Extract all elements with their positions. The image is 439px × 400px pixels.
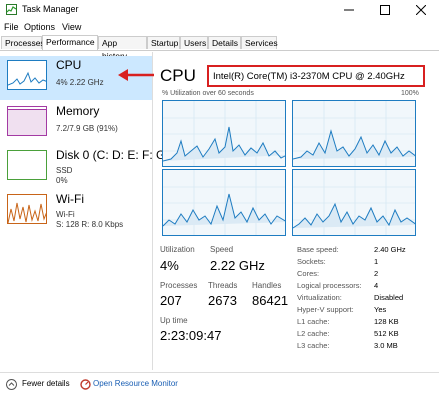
utilization-value: 4% <box>160 258 179 273</box>
spec-label-l1-cache: L1 cache: <box>297 317 330 326</box>
footer-bar: Fewer details Open Resource Monitor <box>0 372 439 397</box>
speed-label: Speed <box>210 245 234 254</box>
maximize-button[interactable] <box>367 0 403 20</box>
open-resource-monitor-link[interactable]: Open Resource Monitor <box>93 379 178 388</box>
memory-thumbnail-graph <box>7 106 47 136</box>
tab-details[interactable]: Details <box>208 36 241 49</box>
tab-processes[interactable]: Processes <box>1 36 45 49</box>
resource-monitor-icon <box>80 379 91 390</box>
annotation-arrow-icon <box>118 69 154 81</box>
core-graph-2 <box>292 100 416 167</box>
spec-value-l3-cache: 3.0 MB <box>374 341 398 350</box>
cpu-model-highlight: Intel(R) Core(TM) i3-2370M CPU @ 2.40GHz <box>207 65 425 87</box>
close-button[interactable] <box>403 0 439 20</box>
sidebar-label-wifi: Wi-Fi <box>56 192 84 206</box>
tab-app-history[interactable]: App history <box>98 36 147 61</box>
cpu-detail-panel: CPU Intel(R) Core(TM) i3-2370M CPU @ 2.4… <box>155 52 439 370</box>
sidebar-sub-memory: 7.2/7.9 GB (91%) <box>56 124 118 133</box>
core-graph-3 <box>162 169 286 236</box>
spec-label-l2-cache: L2 cache: <box>297 329 330 338</box>
tab-performance[interactable]: Performance <box>42 35 98 50</box>
spec-label-virtualization: Virtualization: <box>297 293 342 302</box>
minimize-button[interactable] <box>331 0 367 20</box>
handles-value: 86421 <box>252 293 289 308</box>
spec-value-l2-cache: 512 KB <box>374 329 399 338</box>
sidebar-label-memory: Memory <box>56 104 100 118</box>
sidebar-sub-wifi-name: Wi-Fi <box>56 210 75 219</box>
wifi-thumbnail-graph <box>7 194 47 224</box>
handles-label: Handles <box>252 281 282 290</box>
utilization-graph-max: 100% <box>401 90 419 97</box>
core-graph-1 <box>162 100 286 167</box>
utilization-label: Utilization <box>160 245 195 254</box>
sidebar-item-memory[interactable]: Memory 7.2/7.9 GB (91%) <box>0 102 152 146</box>
spec-value-cores: 2 <box>374 269 379 278</box>
spec-value-base-speed: 2.40 GHz <box>374 245 406 254</box>
spec-label-sockets: Sockets: <box>297 257 326 266</box>
spec-label-cores: Cores: <box>297 269 320 278</box>
fewer-details-link[interactable]: Fewer details <box>22 379 70 388</box>
spec-value-virtualization: Disabled <box>374 293 404 302</box>
sidebar-item-wifi[interactable]: Wi-Fi Wi-Fi S: 128 R: 8.0 Kbps <box>0 190 152 234</box>
spec-value-l1-cache: 128 KB <box>374 317 399 326</box>
task-manager-icon <box>6 4 17 15</box>
maximize-icon <box>380 5 390 15</box>
sidebar-label-disk: Disk 0 (C: D: E: F: G <box>56 148 166 162</box>
tab-users[interactable]: Users <box>180 36 208 49</box>
menu-file[interactable]: File <box>4 22 19 32</box>
window-title: Task Manager <box>22 4 79 14</box>
cpu-model-name: Intel(R) Core(TM) i3-2370M CPU @ 2.40GHz <box>213 71 405 82</box>
spec-label-hyperv: Hyper-V support: <box>297 305 354 314</box>
spec-label-logical-processors: Logical processors: <box>297 281 362 290</box>
chevron-up-icon[interactable] <box>6 379 17 390</box>
menu-bar: File Options View <box>0 20 439 34</box>
panel-title: CPU <box>160 66 196 85</box>
sidebar-sub-disk-usage: 0% <box>56 176 68 185</box>
sidebar-item-disk[interactable]: Disk 0 (C: D: E: F: G SSD 0% <box>0 146 165 190</box>
uptime-value: 2:23:09:47 <box>160 328 222 343</box>
spec-value-logical-processors: 4 <box>374 281 379 290</box>
menu-view[interactable]: View <box>62 22 81 32</box>
sidebar-sub-disk-type: SSD <box>56 166 73 175</box>
resource-sidebar: CPU 4% 2.22 GHz Memory 7.2/7.9 GB (91%) … <box>0 52 165 370</box>
menu-options[interactable]: Options <box>24 22 55 32</box>
uptime-label: Up time <box>160 316 188 325</box>
cpu-thumbnail-graph <box>7 60 47 90</box>
sidebar-label-cpu: CPU <box>56 58 82 72</box>
processes-value: 207 <box>160 293 182 308</box>
core-graph-4 <box>292 169 416 236</box>
sidebar-sub-wifi-throughput: S: 128 R: 8.0 Kbps <box>56 220 124 229</box>
tab-startup[interactable]: Startup <box>147 36 180 49</box>
threads-label: Threads <box>208 281 238 290</box>
tab-services[interactable]: Services <box>241 36 278 49</box>
tab-bar: Processes Performance App history Startu… <box>0 35 439 61</box>
title-bar: Task Manager <box>0 0 439 20</box>
disk-thumbnail-graph <box>7 150 47 180</box>
speed-value: 2.22 GHz <box>210 258 265 273</box>
spec-value-sockets: 1 <box>374 257 379 266</box>
spec-value-hyperv: Yes <box>374 305 387 314</box>
sidebar-sub-cpu: 4% 2.22 GHz <box>56 78 104 87</box>
processes-label: Processes <box>160 281 198 290</box>
spec-label-l3-cache: L3 cache: <box>297 341 330 350</box>
utilization-graph-label: % Utilization over 60 seconds <box>162 90 254 97</box>
close-icon <box>416 5 426 15</box>
threads-value: 2673 <box>208 293 237 308</box>
minimize-icon <box>344 9 354 11</box>
spec-label-base-speed: Base speed: <box>297 245 339 254</box>
